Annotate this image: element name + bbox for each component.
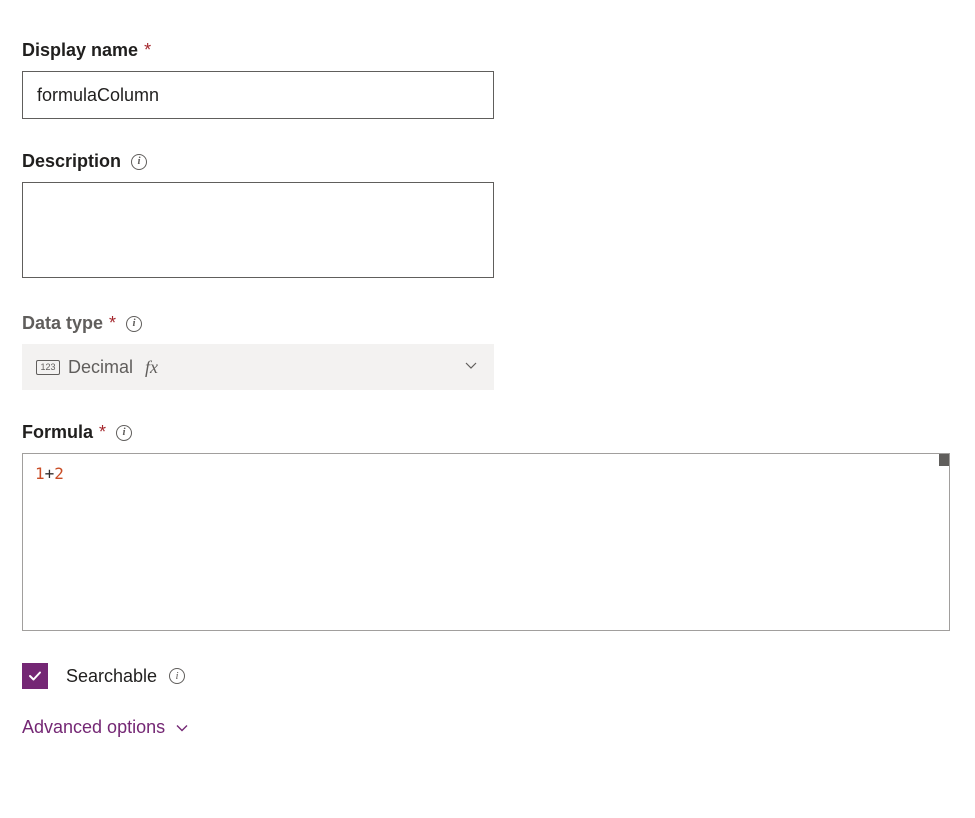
- info-icon[interactable]: i: [126, 316, 142, 332]
- description-input[interactable]: [22, 182, 494, 278]
- searchable-checkbox[interactable]: [22, 663, 48, 689]
- fx-icon: fx: [145, 357, 158, 378]
- searchable-label-row: Searchable i: [66, 666, 185, 687]
- formula-label: Formula * i: [22, 422, 953, 443]
- data-type-value: Decimal: [68, 357, 133, 378]
- advanced-options-label: Advanced options: [22, 717, 165, 738]
- formula-editor[interactable]: 1+2: [22, 453, 950, 631]
- data-type-label-text: Data type: [22, 313, 103, 334]
- formula-operator: +: [45, 464, 55, 483]
- display-name-input[interactable]: [22, 71, 494, 119]
- chevron-down-icon: [175, 721, 189, 735]
- formula-field: Formula * i 1+2: [22, 422, 953, 631]
- data-type-label: Data type * i: [22, 313, 953, 334]
- required-indicator: *: [144, 40, 151, 61]
- advanced-options-toggle[interactable]: Advanced options: [22, 717, 189, 738]
- checkmark-icon: [27, 668, 43, 684]
- formula-operand-2: 2: [54, 464, 64, 483]
- description-field: Description i: [22, 151, 953, 281]
- data-type-select[interactable]: 123 Decimal fx: [22, 344, 494, 390]
- data-type-field: Data type * i 123 Decimal fx: [22, 313, 953, 390]
- info-icon[interactable]: i: [116, 425, 132, 441]
- data-type-select-wrapper: 123 Decimal fx: [22, 344, 494, 390]
- info-icon[interactable]: i: [169, 668, 185, 684]
- info-icon[interactable]: i: [131, 154, 147, 170]
- number-icon: 123: [36, 360, 60, 375]
- formula-operand-1: 1: [35, 464, 45, 483]
- display-name-label-text: Display name: [22, 40, 138, 61]
- display-name-field: Display name *: [22, 40, 953, 119]
- required-indicator: *: [109, 313, 116, 334]
- description-label: Description i: [22, 151, 953, 172]
- required-indicator: *: [99, 422, 106, 443]
- formula-label-text: Formula: [22, 422, 93, 443]
- searchable-label: Searchable: [66, 666, 157, 687]
- description-label-text: Description: [22, 151, 121, 172]
- searchable-row: Searchable i: [22, 663, 953, 689]
- display-name-label: Display name *: [22, 40, 953, 61]
